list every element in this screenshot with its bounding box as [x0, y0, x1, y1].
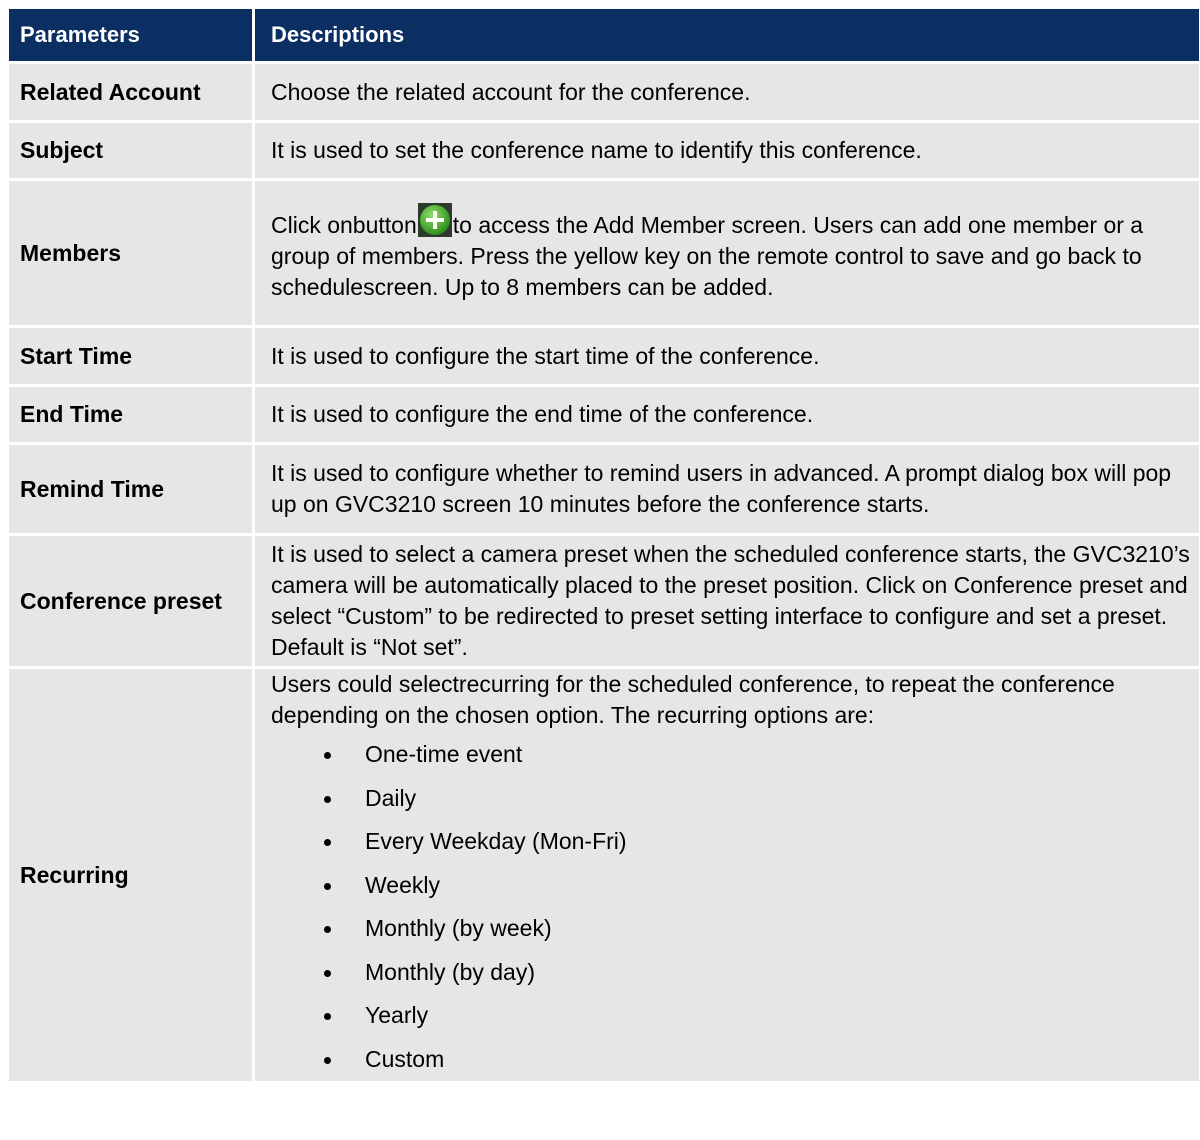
list-item: Daily [324, 777, 1191, 821]
list-item: Yearly [324, 994, 1191, 1038]
table-row: Subject It is used to set the conference… [9, 120, 1199, 178]
table-row: Conference preset It is used to select a… [9, 533, 1199, 666]
table-row: Remind Time It is used to configure whet… [9, 442, 1199, 533]
list-item: Weekly [324, 864, 1191, 908]
parameters-header: Parameters [9, 9, 252, 61]
header-row: Parameters Descriptions [9, 9, 1199, 61]
param-name: Start Time [9, 325, 252, 384]
param-description: Click onbutton to access the Add Member s… [252, 178, 1199, 325]
list-item: One-time event [324, 733, 1191, 777]
table-row: End Time It is used to configure the end… [9, 384, 1199, 442]
param-name: Related Account [9, 61, 252, 120]
table-row: Start Time It is used to configure the s… [9, 325, 1199, 384]
param-description: Choose the related account for the confe… [252, 61, 1199, 120]
list-item: Every Weekday (Mon-Fri) [324, 820, 1191, 864]
param-description: It is used to configure whether to remin… [252, 442, 1199, 533]
param-name: Members [9, 178, 252, 325]
param-name: End Time [9, 384, 252, 442]
param-name: Conference preset [9, 533, 252, 666]
list-item: Monthly (by day) [324, 951, 1191, 995]
table-row: Related Account Choose the related accou… [9, 61, 1199, 120]
list-item: Monthly (by week) [324, 907, 1191, 951]
param-description: It is used to set the conference name to… [252, 120, 1199, 178]
param-description: It is used to configure the end time of … [252, 384, 1199, 442]
members-desc-start: Click onbutton [271, 212, 417, 238]
add-plus-icon [417, 203, 452, 237]
descriptions-header: Descriptions [252, 9, 1199, 61]
recurring-options-list: One-time event Daily Every Weekday (Mon-… [271, 733, 1191, 1081]
param-name: Recurring [9, 666, 252, 1081]
recurring-intro: Users could selectrecurring for the sche… [271, 671, 1115, 728]
table-row: Recurring Users could selectrecurring fo… [9, 666, 1199, 1081]
param-name: Remind Time [9, 442, 252, 533]
param-name: Subject [9, 120, 252, 178]
param-description: It is used to select a camera preset whe… [252, 533, 1199, 666]
list-item: Custom [324, 1038, 1191, 1082]
param-description: Users could selectrecurring for the sche… [252, 666, 1199, 1081]
parameters-table: Parameters Descriptions Related Account … [9, 9, 1199, 1081]
table-row: Members Click onbutton to access the Add … [9, 178, 1199, 325]
param-description: It is used to configure the start time o… [252, 325, 1199, 384]
